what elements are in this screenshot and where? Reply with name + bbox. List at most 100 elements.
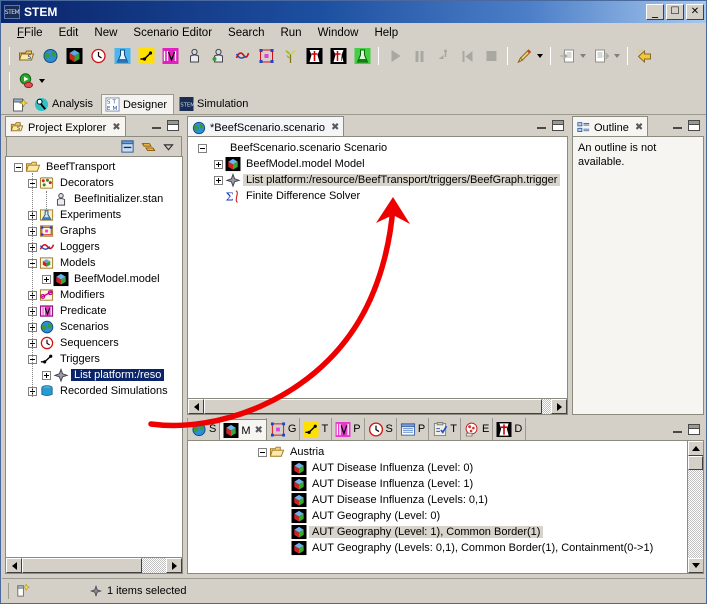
stop-icon[interactable] (480, 45, 502, 67)
new-scenario-icon[interactable] (39, 45, 61, 67)
library-tab-models-1[interactable]: M ✖ (219, 419, 267, 441)
window-minimize-button[interactable]: _ (646, 4, 664, 20)
maximize-view-icon[interactable] (167, 120, 179, 131)
back-navigate-icon[interactable] (633, 45, 655, 67)
new-predicate-icon[interactable] (159, 45, 181, 67)
library-tab-tests-7[interactable]: T (428, 418, 461, 440)
run-scenario-dropdown-arrow-icon[interactable] (36, 71, 47, 91)
minimize-library-icon[interactable] (671, 423, 684, 436)
tree-row[interactable]: Austria (188, 444, 687, 460)
menu-help[interactable]: Help (366, 25, 406, 41)
pause-icon[interactable] (408, 45, 430, 67)
run-icon[interactable] (384, 45, 406, 67)
library-tab-triggers-3[interactable]: T (299, 418, 333, 440)
editor-hscroll-right-button[interactable] (551, 399, 567, 414)
tree-expander-expanded[interactable] (198, 143, 207, 153)
tree-row[interactable]: AUT Disease Influenza (Levels: 0,1) (188, 492, 687, 508)
link-with-editor-icon[interactable] (141, 140, 156, 154)
hscroll-track[interactable] (22, 558, 166, 573)
tree-row[interactable]: AUT Disease Influenza (Level: 0) (188, 460, 687, 476)
tab-project-explorer[interactable]: S Project Explorer ✖ (5, 116, 126, 137)
perspective-tab-designer[interactable]: STEM Designer (100, 94, 174, 114)
import-icon[interactable] (556, 45, 578, 67)
tree-expander-expanded[interactable] (258, 447, 267, 457)
new-food-production-icon[interactable] (279, 45, 301, 67)
tree-row[interactable]: AUT Disease Influenza (Level: 1) (188, 476, 687, 492)
paint-brush-dropdown-arrow-icon[interactable] (534, 46, 545, 66)
new-population-icon[interactable] (183, 45, 205, 67)
paint-brush-icon[interactable] (513, 45, 535, 67)
import-dropdown-arrow-icon[interactable] (577, 46, 588, 66)
editor-hscrollbar[interactable] (188, 398, 567, 414)
library-tab-graphs-2[interactable]: G (265, 418, 301, 440)
maximize-outline-icon[interactable] (688, 120, 700, 131)
new-logger-icon[interactable] (231, 45, 253, 67)
tab-beefscenario-close-icon[interactable]: ✖ (329, 122, 339, 133)
menu-new[interactable]: New (86, 25, 125, 41)
editor-hscroll-track[interactable] (204, 399, 551, 414)
vscroll-thumb[interactable] (688, 456, 703, 470)
editor-hscroll-left-button[interactable] (188, 399, 204, 414)
perspective-tab-simulation[interactable]: STEM Simulation (176, 94, 254, 114)
minimize-outline-icon[interactable] (671, 119, 684, 132)
tree-row[interactable]: Σ Finite Difference Solver (188, 188, 567, 204)
menu-run[interactable]: Run (272, 25, 309, 41)
new-disease-icon[interactable] (303, 45, 325, 67)
tree-row[interactable]: AUT Geography (Level: 0) (188, 508, 687, 524)
view-menu-icon[interactable] (162, 140, 175, 153)
minimize-view-icon[interactable] (150, 119, 163, 132)
scenario-tree[interactable]: BeefScenario.scenario Scenario BeefModel.… (188, 137, 567, 398)
window-maximize-button[interactable]: ☐ (666, 4, 684, 20)
new-project-icon[interactable]: S (15, 45, 37, 67)
new-sequencer-icon[interactable] (87, 45, 109, 67)
hscroll-left-button[interactable] (6, 558, 22, 573)
tree-expander-collapsed[interactable] (214, 159, 223, 169)
library-tab-experiments-8[interactable]: E (459, 418, 494, 440)
tree-expander-expanded[interactable] (14, 162, 23, 172)
editor-hscroll-thumb[interactable] (204, 399, 542, 414)
tree-row[interactable]: BeefModel.model Model (188, 156, 567, 172)
new-recipe-icon[interactable] (351, 45, 373, 67)
new-trigger-icon[interactable] (135, 45, 157, 67)
new-disease-infector-icon[interactable]: I (327, 45, 349, 67)
hscroll-thumb[interactable] (22, 558, 142, 573)
tree-row[interactable]: AUT Geography (Level: 1), Common Border(… (188, 524, 687, 540)
window-close-button[interactable]: ✕ (686, 4, 704, 20)
new-population-model-icon[interactable] (207, 45, 229, 67)
hscroll-right-button[interactable] (166, 558, 182, 573)
library-tab-populations-6[interactable]: P (395, 418, 430, 440)
new-model-icon[interactable] (63, 45, 85, 67)
export-icon[interactable] (590, 45, 612, 67)
tree-row[interactable]: List platform:/resource/BeefTransport/tr… (188, 172, 567, 188)
library-vscrollbar[interactable] (687, 441, 703, 573)
library-tab-scenarios-0[interactable]: S (187, 418, 221, 440)
new-perspective-icon[interactable] (10, 96, 28, 114)
export-dropdown-arrow-icon[interactable] (611, 46, 622, 66)
tree-row[interactable]: AUT Geography (Levels: 0,1), Common Bord… (188, 540, 687, 556)
tree-expander-collapsed[interactable] (214, 175, 223, 185)
tab-project-explorer-close-icon[interactable]: ✖ (110, 122, 120, 133)
tab-outline[interactable]: Outline ✖ (572, 116, 649, 137)
library-tab-close-icon[interactable]: ✖ (253, 425, 263, 436)
vscroll-down-button[interactable] (688, 558, 703, 573)
library-tree[interactable]: Austria AUT Disease Influenza (Level: 0) A… (188, 441, 687, 573)
tree-row[interactable]: BeefScenario.scenario Scenario (188, 140, 567, 156)
library-tab-predicates-4[interactable]: P (331, 418, 365, 440)
tab-beefscenario[interactable]: *BeefScenario.scenario ✖ (187, 116, 345, 137)
menu-file[interactable]: FFile (9, 25, 51, 41)
menu-search[interactable]: Search (220, 25, 272, 41)
step-icon[interactable] (432, 45, 454, 67)
minimize-editor-icon[interactable] (535, 119, 548, 132)
tree-expander-collapsed[interactable] (42, 370, 51, 380)
project-explorer-hscrollbar[interactable] (6, 557, 182, 573)
vscroll-track[interactable] (688, 456, 703, 558)
menu-window[interactable]: Window (310, 25, 367, 41)
new-graph-icon[interactable] (255, 45, 277, 67)
perspective-tab-analysis[interactable]: Analysis (31, 94, 99, 114)
menu-scenario-editor[interactable]: Scenario Editor (125, 25, 220, 41)
reset-icon[interactable] (456, 45, 478, 67)
maximize-editor-icon[interactable] (552, 120, 564, 131)
maximize-library-icon[interactable] (688, 423, 700, 435)
tree-expander-collapsed[interactable] (42, 274, 51, 284)
library-tab-diseases-9[interactable]: D (492, 418, 527, 440)
